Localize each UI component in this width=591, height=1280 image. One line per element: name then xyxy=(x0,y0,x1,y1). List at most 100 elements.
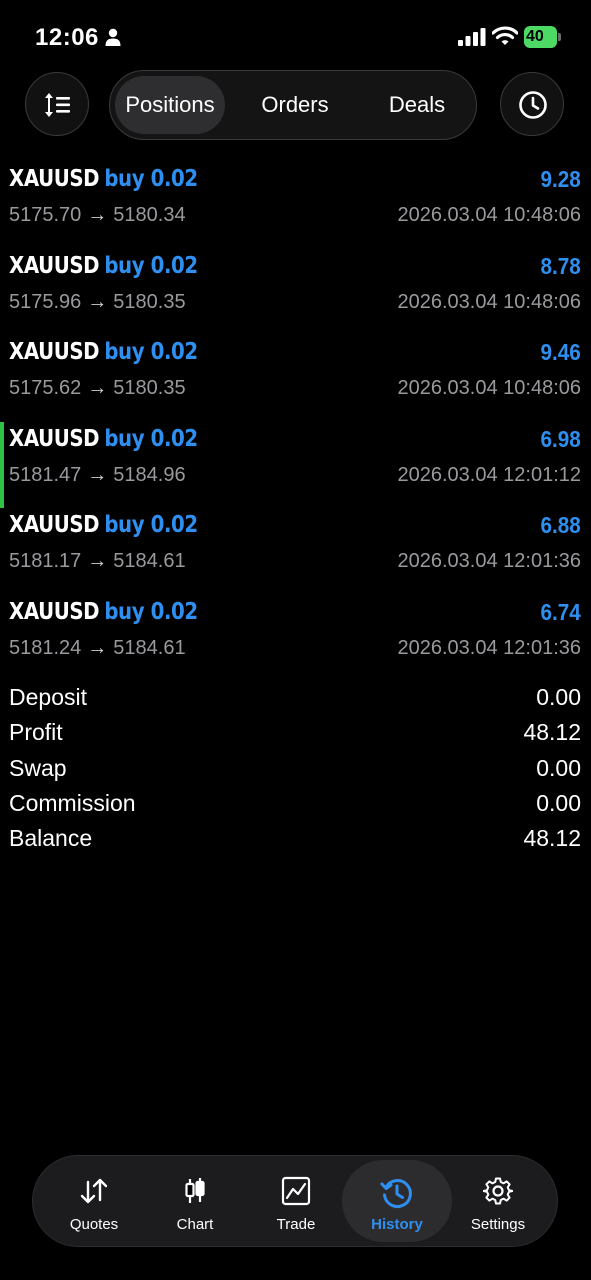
position-row[interactable]: XAUUSD buy 0.02 9.28 5175.70 → 5180.34 2026… xyxy=(0,158,591,245)
status-time: 12:06 xyxy=(35,24,99,51)
position-row[interactable]: XAUUSD buy 0.02 6.88 5181.17 → 5184.61 2026… xyxy=(0,504,591,591)
price-line: 5181.47 → 5184.96 xyxy=(9,464,186,487)
clock-icon xyxy=(519,91,547,119)
summary-deposit: Deposit 0.00 xyxy=(0,680,591,715)
tab-trade[interactable]: Trade xyxy=(245,1160,347,1242)
tab-quotes[interactable]: Quotes xyxy=(43,1160,145,1242)
open-price: 5181.24 xyxy=(9,636,82,659)
history-summary: Deposit 0.00 Profit 48.12 Swap 0.00 Comm… xyxy=(0,680,591,856)
chart-candles-icon xyxy=(185,1178,205,1203)
tab-positions[interactable]: Positions xyxy=(115,76,225,134)
close-price: 5180.34 xyxy=(113,204,186,226)
price-line: 5175.96 → 5180.35 xyxy=(9,291,186,314)
summary-label: Balance xyxy=(9,825,93,852)
trade-side: buy 0.02 xyxy=(104,339,198,365)
summary-swap: Swap 0.00 xyxy=(0,751,591,786)
history-segment-control: Positions Orders Deals xyxy=(109,70,477,140)
symbol: XAUUSD xyxy=(9,252,100,279)
summary-value: 0.00 xyxy=(536,789,581,816)
close-price: 5184.96 xyxy=(113,463,186,486)
trade-side: buy 0.02 xyxy=(104,425,198,452)
arrow: → xyxy=(87,204,108,226)
arrow: → xyxy=(87,463,108,486)
position-profit: 9.46 xyxy=(540,339,581,365)
position-symbol-line: XAUUSD buy 0.02 xyxy=(9,339,198,365)
position-datetime: 2026.03.04 12:01:12 xyxy=(397,463,581,486)
position-profit: 9.28 xyxy=(540,166,581,192)
position-row[interactable]: XAUUSD buy 0.02 8.78 5175.96 → 5180.35 2026… xyxy=(0,245,591,332)
summary-value: 0.00 xyxy=(536,684,581,710)
summary-value: 0.00 xyxy=(536,754,581,781)
tab-label: Quotes xyxy=(69,1216,119,1233)
history-icon xyxy=(380,1179,412,1208)
price-line: 5181.24 → 5184.61 xyxy=(9,637,186,660)
position-datetime: 2026.03.04 12:01:36 xyxy=(397,550,581,572)
tab-label: Settings xyxy=(470,1216,526,1233)
close-price: 5180.35 xyxy=(113,290,186,313)
sort-icon xyxy=(45,93,70,117)
open-price: 5175.70 xyxy=(9,204,82,226)
summary-label: Deposit xyxy=(9,684,87,710)
tab-settings[interactable]: Settings xyxy=(447,1160,549,1242)
battery-indicator: 40 xyxy=(524,26,561,48)
position-symbol-line: XAUUSD buy 0.02 xyxy=(9,166,198,192)
summary-balance: Balance 48.12 xyxy=(0,821,591,856)
position-symbol-line: XAUUSD buy 0.02 xyxy=(9,599,198,625)
battery-level: 40 xyxy=(526,28,544,45)
symbol: XAUUSD xyxy=(9,512,100,538)
position-row[interactable]: XAUUSD buy 0.02 6.74 5181.24 → 5184.61 2026… xyxy=(0,591,591,678)
position-datetime: 2026.03.04 10:48:06 xyxy=(397,290,581,313)
trade-side: buy 0.02 xyxy=(104,598,198,625)
arrow: → xyxy=(87,377,108,399)
signal-icon xyxy=(458,28,486,46)
symbol: XAUUSD xyxy=(9,425,100,452)
summary-label: Commission xyxy=(9,789,136,816)
summary-value: 48.12 xyxy=(523,825,581,852)
position-symbol-line: XAUUSD buy 0.02 xyxy=(9,512,198,538)
arrow: → xyxy=(87,636,108,659)
close-price: 5184.61 xyxy=(113,550,186,572)
summary-value: 48.12 xyxy=(523,719,581,746)
summary-label: Swap xyxy=(9,754,67,781)
summary-label: Profit xyxy=(9,719,63,746)
person-icon xyxy=(105,28,121,46)
arrow: → xyxy=(87,550,108,572)
symbol: XAUUSD xyxy=(9,598,100,625)
open-price: 5175.96 xyxy=(9,290,82,313)
period-button[interactable] xyxy=(500,72,564,136)
arrow: → xyxy=(87,290,108,313)
tab-deals[interactable]: Deals xyxy=(362,76,472,134)
open-price: 5175.62 xyxy=(9,377,82,399)
position-profit: 6.74 xyxy=(540,598,581,625)
price-line: 5175.62 → 5180.35 xyxy=(9,377,186,400)
tab-label: Chart xyxy=(176,1216,214,1233)
position-row-selected[interactable]: XAUUSD buy 0.02 6.98 5181.47 → 5184.96 2026… xyxy=(0,418,591,508)
trade-icon xyxy=(281,1176,311,1206)
bottom-tab-bar: Quotes Chart Trade History Settings xyxy=(32,1155,558,1247)
tab-label: Trade xyxy=(276,1216,316,1233)
position-profit: 8.78 xyxy=(540,252,581,279)
close-price: 5180.35 xyxy=(113,377,186,399)
trade-side: buy 0.02 xyxy=(104,512,198,538)
wifi-icon xyxy=(492,26,518,45)
positions-list: XAUUSD buy 0.02 9.28 5175.70 → 5180.34 2026… xyxy=(0,158,591,677)
position-symbol-line: XAUUSD buy 0.02 xyxy=(9,426,198,452)
tab-orders[interactable]: Orders xyxy=(240,76,350,134)
status-bar: 12:06 40 xyxy=(0,0,591,70)
position-datetime: 2026.03.04 10:48:06 xyxy=(397,204,581,226)
position-profit: 6.88 xyxy=(540,512,581,538)
tab-history[interactable]: History xyxy=(342,1160,452,1242)
price-line: 5181.17 → 5184.61 xyxy=(9,550,186,573)
trade-side: buy 0.02 xyxy=(104,252,198,279)
close-price: 5184.61 xyxy=(113,636,186,659)
tab-chart[interactable]: Chart xyxy=(144,1160,246,1242)
position-row[interactable]: XAUUSD buy 0.02 9.46 5175.62 → 5180.35 2026… xyxy=(0,331,591,418)
position-datetime: 2026.03.04 12:01:36 xyxy=(397,636,581,659)
selection-marker xyxy=(0,421,4,508)
position-profit: 6.98 xyxy=(540,425,581,452)
sort-button[interactable] xyxy=(25,72,89,136)
open-price: 5181.47 xyxy=(9,463,82,486)
summary-commission: Commission 0.00 xyxy=(0,786,591,821)
position-symbol-line: XAUUSD buy 0.02 xyxy=(9,253,198,279)
gear-icon xyxy=(483,1177,513,1205)
